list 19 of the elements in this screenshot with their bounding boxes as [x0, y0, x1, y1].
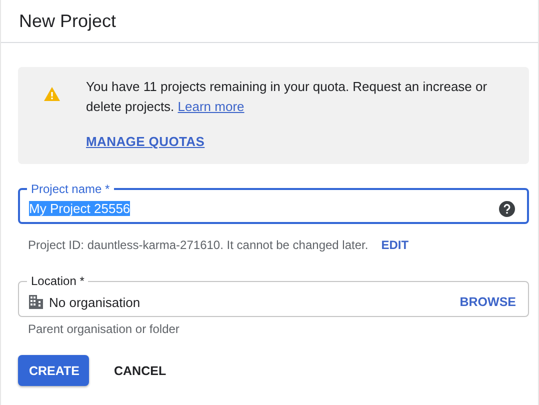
dialog-title: New Project [19, 10, 116, 32]
field-label: Location * [30, 274, 86, 288]
notice-text: You have 11 projects remaining in your quota. Request an increase or delete projects. Learn more [86, 78, 488, 116]
building-icon [29, 295, 43, 309]
field-label: Project name * [30, 182, 111, 196]
browse-button[interactable]: BROWSE [460, 295, 516, 309]
field-value: My Project 25556 [29, 201, 130, 216]
edit-button[interactable]: EDIT [381, 238, 409, 252]
manage-quotas-link[interactable]: MANAGE QUOTAS [86, 134, 205, 149]
warning-icon [44, 87, 60, 101]
project-id-text: Project ID: dauntless-karma-271610. It cannot be changed later. [28, 238, 368, 252]
cancel-button[interactable]: CANCEL [103, 355, 178, 386]
location-value: No organisation [49, 294, 142, 310]
helper-text: Parent organisation or folder [27, 322, 180, 336]
create-button[interactable]: CREATE [18, 355, 89, 386]
location-field[interactable]: Location * No organisation BROWSE [18, 274, 529, 317]
help-icon[interactable] [499, 201, 515, 217]
project-name-field[interactable]: Project name * My Project 25556 [18, 182, 529, 224]
learn-more-link[interactable]: Learn more [178, 99, 244, 114]
